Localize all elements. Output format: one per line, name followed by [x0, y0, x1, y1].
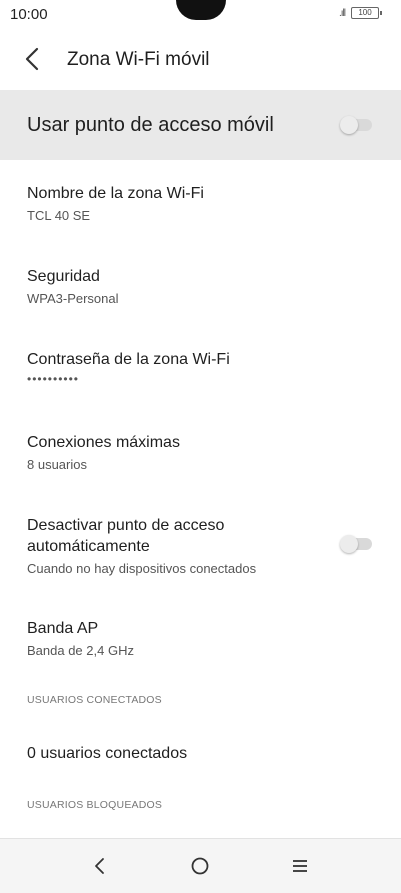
status-icons: .ıll 100: [339, 7, 382, 19]
nav-home-icon: [191, 857, 209, 875]
auto-off-toggle[interactable]: [340, 535, 372, 553]
status-bar: 10:00 .ıll 100: [0, 0, 401, 30]
nav-back-button[interactable]: [87, 853, 113, 879]
setting-title: Contraseña de la zona Wi-Fi: [27, 351, 230, 368]
setting-value: 8 usuarios: [27, 457, 87, 472]
hotspot-master-label: Usar punto de acceso móvil: [27, 114, 274, 136]
hotspot-toggle[interactable]: [340, 116, 372, 134]
setting-title: Desactivar punto de acceso automáticamen…: [27, 517, 225, 555]
signal-icon: .ıll: [339, 7, 346, 19]
setting-title: Seguridad: [27, 268, 100, 285]
setting-hotspot-name[interactable]: Nombre de la zona Wi-Fi TCL 40 SE: [27, 183, 357, 223]
toggle-knob: [340, 116, 358, 134]
toggle-knob: [340, 535, 358, 553]
nav-home-button[interactable]: [187, 853, 213, 879]
nav-menu-icon: [293, 860, 307, 872]
setting-value: TCL 40 SE: [27, 208, 91, 223]
setting-password[interactable]: Contraseña de la zona Wi-Fi ••••••••••: [27, 349, 357, 386]
password-mask: ••••••••••: [27, 372, 80, 386]
setting-security[interactable]: Seguridad WPA3-Personal: [27, 266, 357, 306]
setting-value: WPA3-Personal: [27, 291, 119, 306]
setting-title: Banda AP: [27, 620, 99, 637]
hotspot-master-toggle-row[interactable]: Usar punto de acceso móvil: [0, 90, 401, 160]
setting-ap-band[interactable]: Banda AP Banda de 2,4 GHz: [27, 618, 357, 658]
connected-users-item: 0 usuarios conectados: [27, 743, 357, 764]
nav-back-icon: [95, 858, 104, 874]
setting-value: Cuando no hay dispositivos conectados: [27, 561, 257, 576]
nav-recents-button[interactable]: [287, 853, 313, 879]
status-time: 10:00: [10, 6, 48, 23]
setting-auto-off[interactable]: Desactivar punto de acceso automáticamen…: [27, 515, 307, 576]
app-bar: Zona Wi-Fi móvil: [0, 30, 401, 90]
setting-max-connections[interactable]: Conexiones máximas 8 usuarios: [27, 432, 357, 472]
setting-title: Conexiones máximas: [27, 434, 180, 451]
setting-title: Nombre de la zona Wi-Fi: [27, 185, 204, 202]
camera-notch: [176, 0, 226, 20]
section-header-blocked: USUARIOS BLOQUEADOS: [27, 799, 163, 811]
system-nav-bar: [0, 838, 401, 893]
connected-users-label: 0 usuarios conectados: [27, 745, 188, 762]
page-title: Zona Wi-Fi móvil: [67, 49, 210, 70]
back-arrow-icon: [25, 47, 39, 71]
battery-icon: 100: [351, 7, 382, 19]
back-button[interactable]: [22, 44, 44, 74]
section-header-connected: USUARIOS CONECTADOS: [27, 694, 162, 706]
setting-value: Banda de 2,4 GHz: [27, 643, 134, 658]
